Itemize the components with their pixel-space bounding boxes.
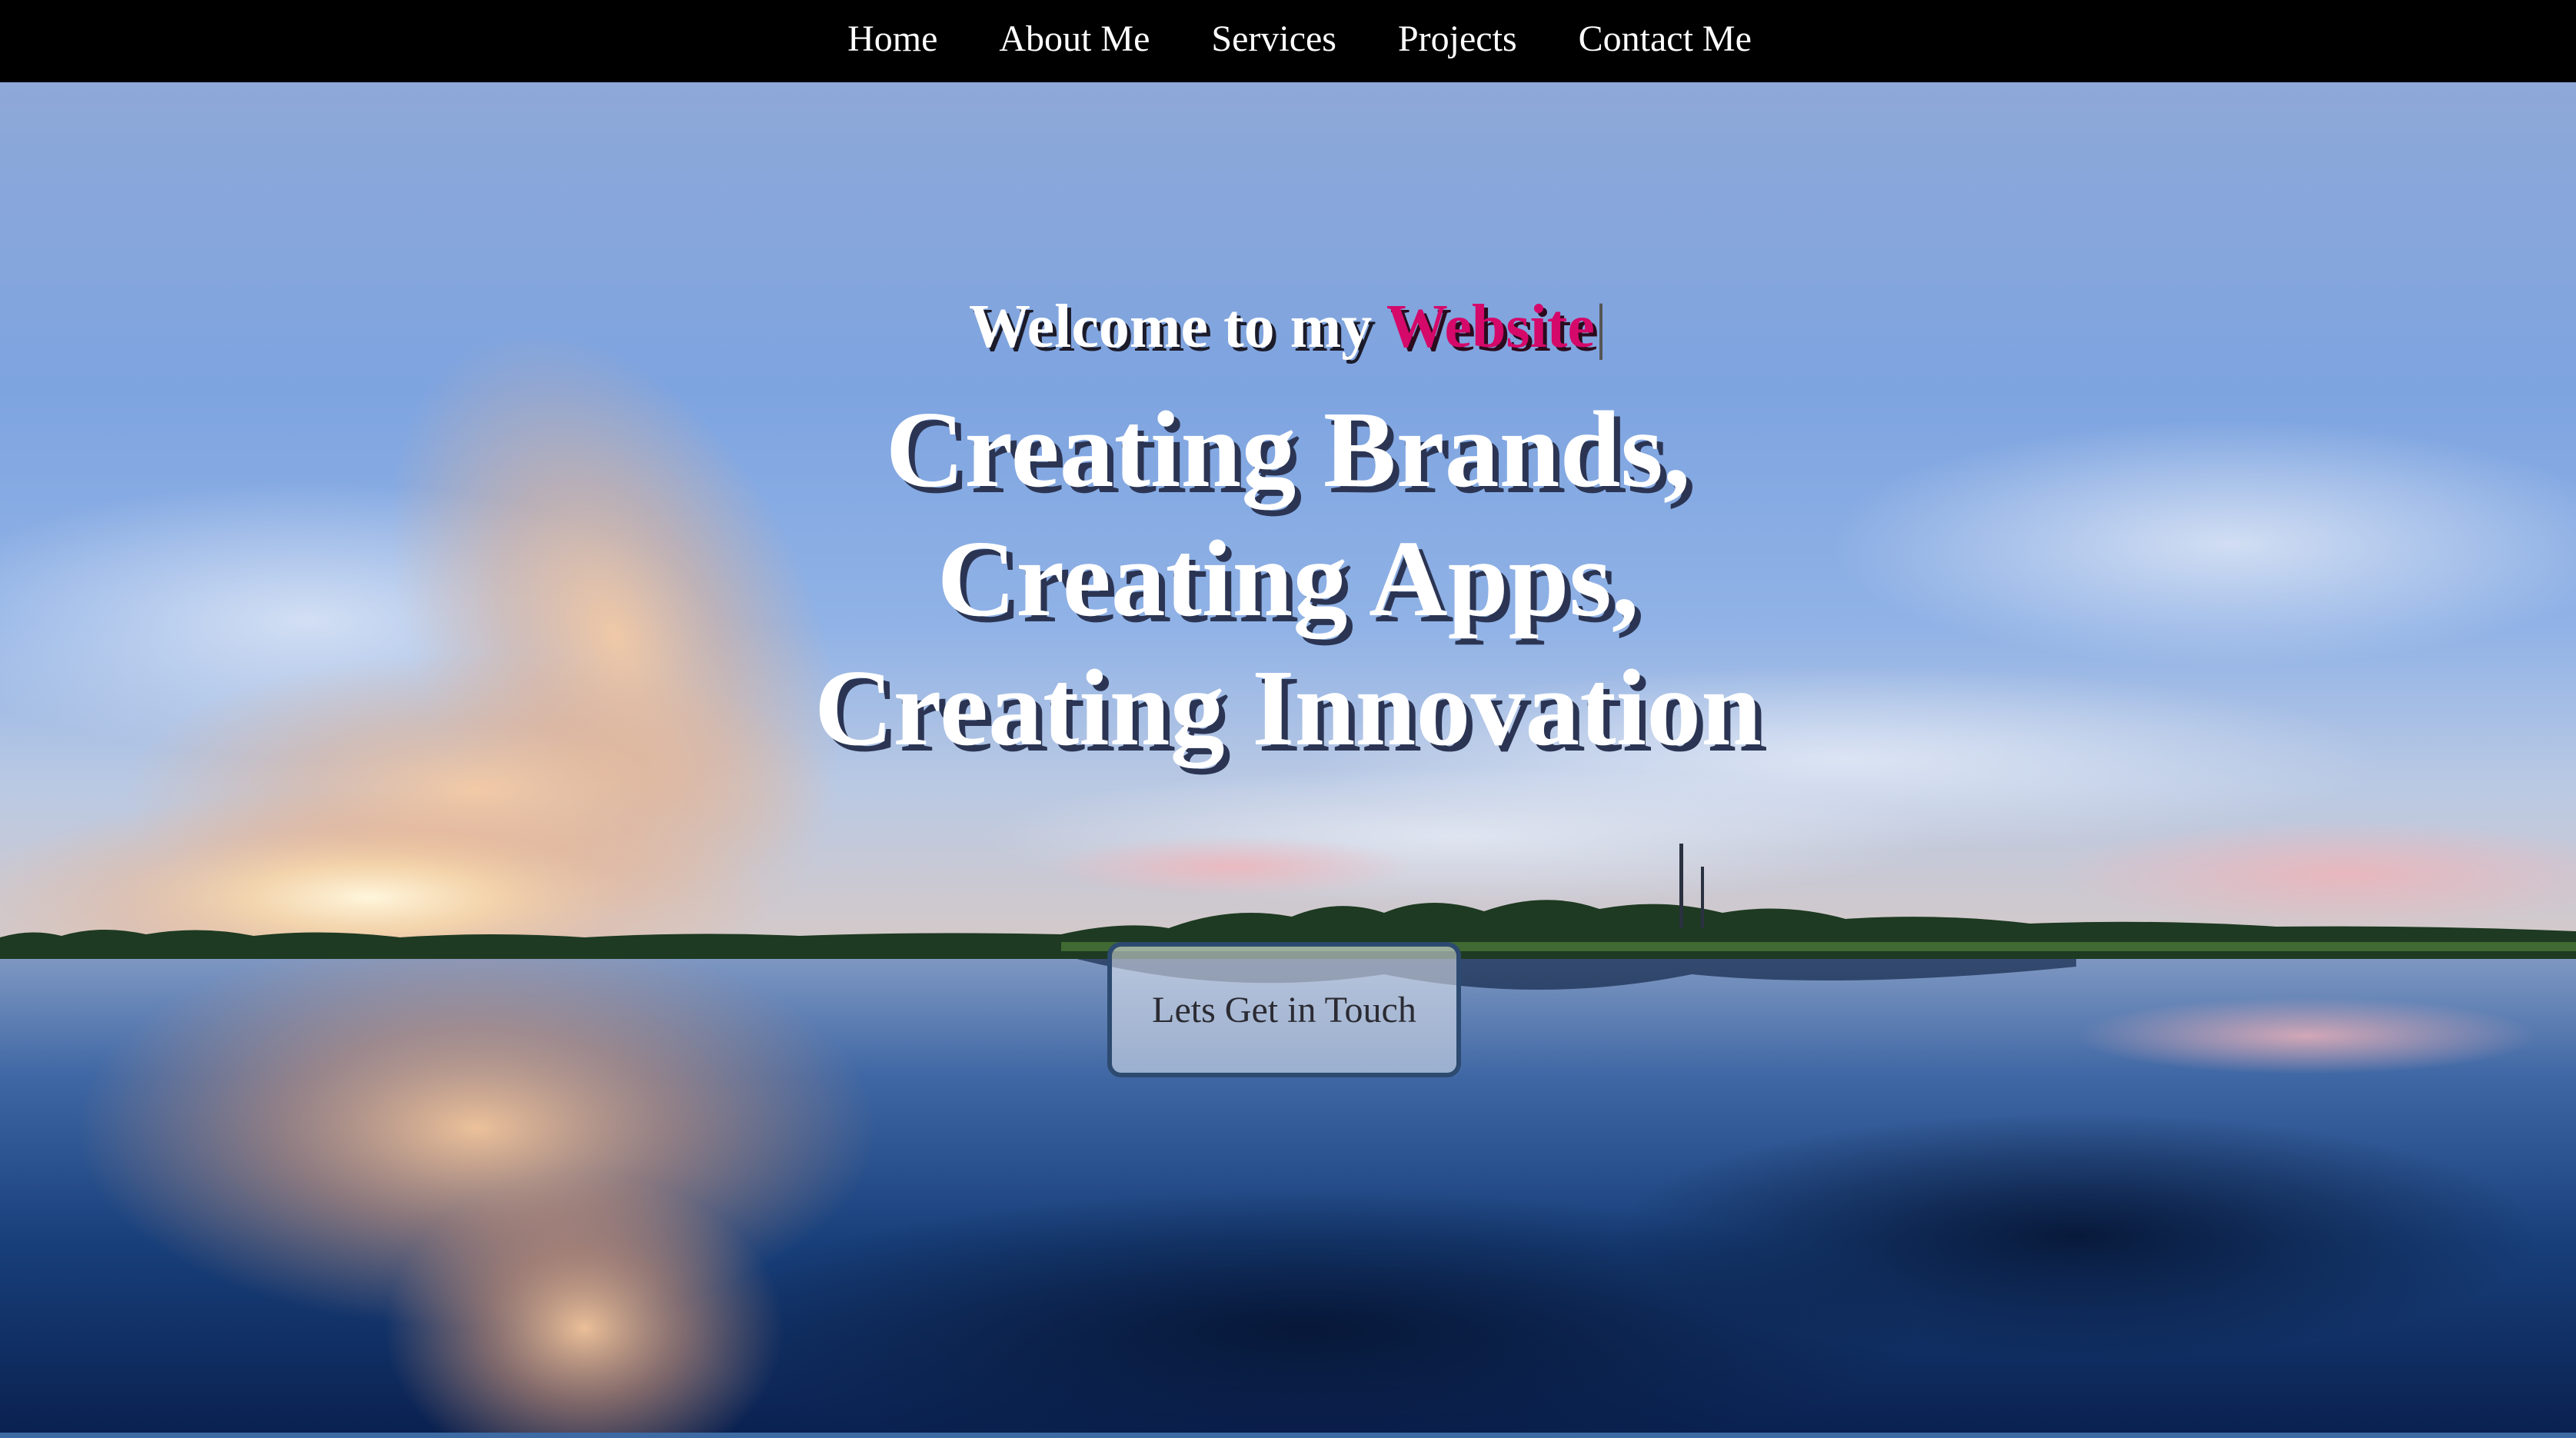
headline-line-apps: Creating Apps, <box>937 518 1639 639</box>
hero-content: Welcome to my Website| Creating Brands, … <box>0 0 2576 1438</box>
nav-link-about-me[interactable]: About Me <box>999 18 1150 59</box>
nav-item-projects: Projects <box>1398 18 1517 60</box>
nav-item-contact: Contact Me <box>1579 18 1752 60</box>
welcome-prefix: Welcome to my <box>969 293 1386 361</box>
nav-item-services: Services <box>1211 18 1336 60</box>
welcome-accent-word: Website <box>1386 293 1595 361</box>
page: Home About Me Services Projects Contact … <box>0 0 2576 1438</box>
nav-item-about: About Me <box>999 18 1150 60</box>
headline-line-brands: Creating Brands, <box>885 388 1691 510</box>
top-navbar: Home About Me Services Projects Contact … <box>0 0 2576 82</box>
welcome-heading: Welcome to my Website| <box>0 292 2576 362</box>
hero-headline: Creating Brands, Creating Apps, Creating… <box>0 384 2576 772</box>
headline-line-innovation: Creating Innovation <box>814 647 1762 768</box>
get-in-touch-button[interactable]: Lets Get in Touch <box>1107 942 1461 1077</box>
nav-item-home: Home <box>847 18 937 60</box>
nav-link-services[interactable]: Services <box>1211 18 1336 59</box>
nav-link-contact-me[interactable]: Contact Me <box>1579 18 1752 59</box>
typing-cursor: | <box>1594 293 1607 361</box>
nav-link-home[interactable]: Home <box>847 18 937 59</box>
nav-link-projects[interactable]: Projects <box>1398 18 1517 59</box>
nav-list: Home About Me Services Projects Contact … <box>824 18 1752 60</box>
